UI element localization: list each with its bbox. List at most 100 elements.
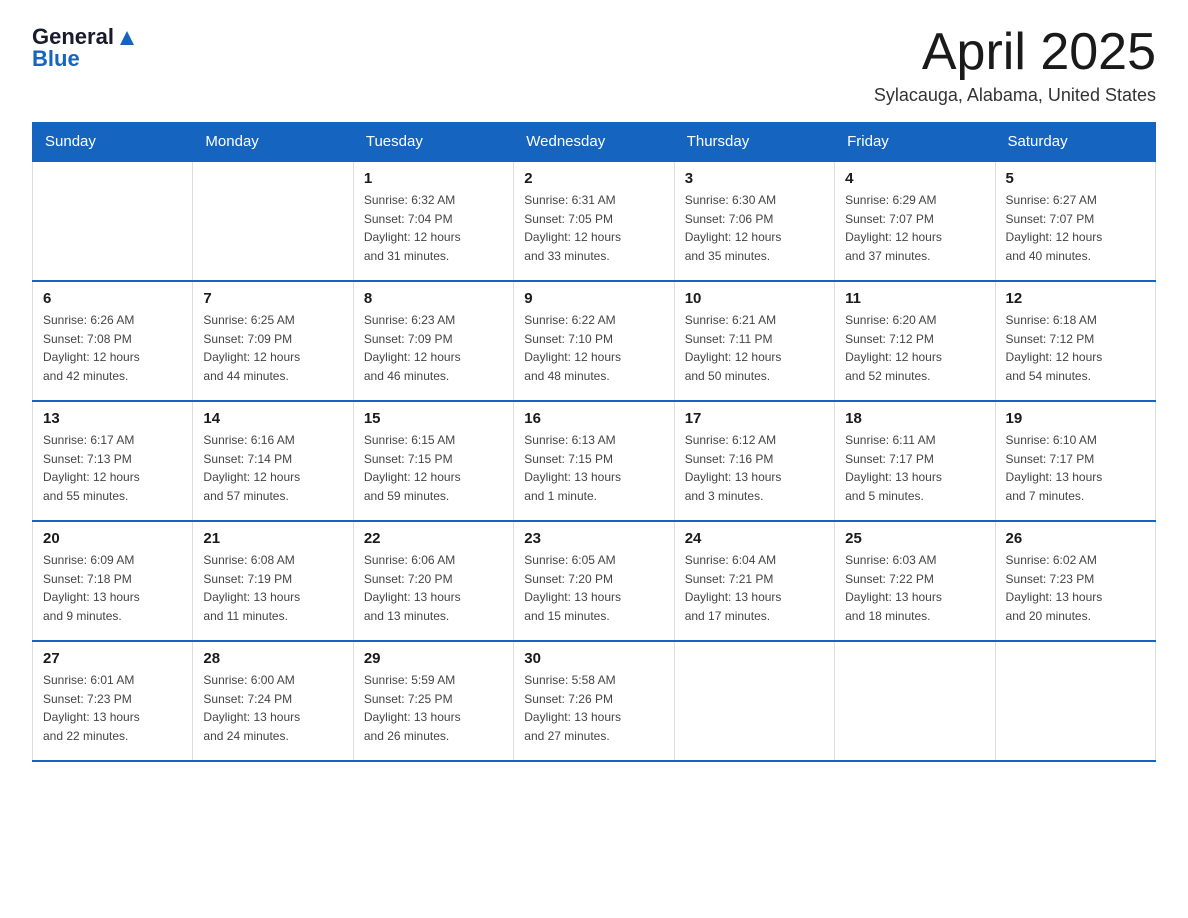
column-header-wednesday: Wednesday (514, 123, 674, 162)
day-number: 4 (845, 170, 984, 187)
calendar-cell: 2 Sunrise: 6:31 AM Sunset: 7:05 PM Daylig… (514, 161, 674, 281)
calendar-cell: 19Sunrise: 6:10 AM Sunset: 7:17 PM Dayli… (995, 401, 1155, 521)
day-number: 9 (524, 290, 663, 307)
calendar-cell (193, 161, 353, 281)
day-number: 12 (1006, 290, 1145, 307)
column-header-friday: Friday (835, 123, 995, 162)
day-info: Sunrise: 6:20 AM Sunset: 7:12 PM Dayligh… (845, 311, 984, 385)
calendar-cell: 23 Sunrise: 6:05 AM Sunset: 7:20 PM Dayli… (514, 521, 674, 641)
calendar-table: SundayMondayTuesdayWednesdayThursdayFrid… (32, 122, 1156, 762)
month-title: April 2025 (874, 24, 1156, 81)
location-subtitle: Sylacauga, Alabama, United States (874, 85, 1156, 106)
day-number: 25 (845, 530, 984, 547)
title-block: April 2025 Sylacauga, Alabama, United St… (874, 24, 1156, 106)
calendar-cell: 22 Sunrise: 6:06 AM Sunset: 7:20 PM Dayli… (353, 521, 513, 641)
calendar-cell: 27Sunrise: 6:01 AM Sunset: 7:23 PM Dayli… (33, 641, 193, 761)
day-info: Sunrise: 6:13 AM Sunset: 7:15 PM Dayligh… (524, 431, 663, 505)
day-info: Sunrise: 5:58 AM Sunset: 7:26 PM Dayligh… (524, 671, 663, 745)
calendar-cell: 13 Sunrise: 6:17 AM Sunset: 7:13 PM Dayli… (33, 401, 193, 521)
calendar-cell: 9 Sunrise: 6:22 AM Sunset: 7:10 PM Daylig… (514, 281, 674, 401)
day-number: 16 (524, 410, 663, 427)
page-header: General Blue April 2025 Sylacauga, Alaba… (32, 24, 1156, 106)
day-number: 26 (1006, 530, 1145, 547)
column-header-tuesday: Tuesday (353, 123, 513, 162)
calendar-cell: 26 Sunrise: 6:02 AM Sunset: 7:23 PM Dayli… (995, 521, 1155, 641)
calendar-cell: 7Sunrise: 6:25 AM Sunset: 7:09 PM Daylig… (193, 281, 353, 401)
logo-triangle-icon (116, 27, 138, 49)
day-number: 20 (43, 530, 182, 547)
day-info: Sunrise: 6:15 AM Sunset: 7:15 PM Dayligh… (364, 431, 503, 505)
day-number: 24 (685, 530, 824, 547)
calendar-cell: 1 Sunrise: 6:32 AM Sunset: 7:04 PM Daylig… (353, 161, 513, 281)
day-number: 14 (203, 410, 342, 427)
calendar-cell: 5 Sunrise: 6:27 AM Sunset: 7:07 PM Daylig… (995, 161, 1155, 281)
day-info: Sunrise: 6:31 AM Sunset: 7:05 PM Dayligh… (524, 191, 663, 265)
calendar-cell: 12Sunrise: 6:18 AM Sunset: 7:12 PM Dayli… (995, 281, 1155, 401)
day-info: Sunrise: 6:02 AM Sunset: 7:23 PM Dayligh… (1006, 551, 1145, 625)
day-number: 29 (364, 650, 503, 667)
day-number: 1 (364, 170, 503, 187)
logo: General Blue (32, 24, 138, 72)
calendar-week-row: 1 Sunrise: 6:32 AM Sunset: 7:04 PM Daylig… (33, 161, 1156, 281)
day-info: Sunrise: 6:30 AM Sunset: 7:06 PM Dayligh… (685, 191, 824, 265)
calendar-cell: 17 Sunrise: 6:12 AM Sunset: 7:16 PM Dayli… (674, 401, 834, 521)
calendar-header-row: SundayMondayTuesdayWednesdayThursdayFrid… (33, 123, 1156, 162)
day-number: 13 (43, 410, 182, 427)
logo-blue: Blue (32, 46, 80, 72)
day-number: 17 (685, 410, 824, 427)
day-number: 15 (364, 410, 503, 427)
day-info: Sunrise: 6:09 AM Sunset: 7:18 PM Dayligh… (43, 551, 182, 625)
day-info: Sunrise: 5:59 AM Sunset: 7:25 PM Dayligh… (364, 671, 503, 745)
calendar-cell: 24 Sunrise: 6:04 AM Sunset: 7:21 PM Dayli… (674, 521, 834, 641)
day-number: 19 (1006, 410, 1145, 427)
calendar-cell (674, 641, 834, 761)
day-info: Sunrise: 6:27 AM Sunset: 7:07 PM Dayligh… (1006, 191, 1145, 265)
calendar-cell: 14 Sunrise: 6:16 AM Sunset: 7:14 PM Dayli… (193, 401, 353, 521)
day-number: 6 (43, 290, 182, 307)
day-number: 28 (203, 650, 342, 667)
calendar-week-row: 13 Sunrise: 6:17 AM Sunset: 7:13 PM Dayli… (33, 401, 1156, 521)
calendar-cell: 29 Sunrise: 5:59 AM Sunset: 7:25 PM Dayli… (353, 641, 513, 761)
calendar-cell (995, 641, 1155, 761)
day-number: 22 (364, 530, 503, 547)
day-info: Sunrise: 6:17 AM Sunset: 7:13 PM Dayligh… (43, 431, 182, 505)
day-info: Sunrise: 6:01 AM Sunset: 7:23 PM Dayligh… (43, 671, 182, 745)
day-info: Sunrise: 6:00 AM Sunset: 7:24 PM Dayligh… (203, 671, 342, 745)
day-number: 10 (685, 290, 824, 307)
day-info: Sunrise: 6:08 AM Sunset: 7:19 PM Dayligh… (203, 551, 342, 625)
day-info: Sunrise: 6:03 AM Sunset: 7:22 PM Dayligh… (845, 551, 984, 625)
calendar-cell: 25 Sunrise: 6:03 AM Sunset: 7:22 PM Dayli… (835, 521, 995, 641)
day-info: Sunrise: 6:29 AM Sunset: 7:07 PM Dayligh… (845, 191, 984, 265)
day-number: 8 (364, 290, 503, 307)
day-info: Sunrise: 6:22 AM Sunset: 7:10 PM Dayligh… (524, 311, 663, 385)
column-header-sunday: Sunday (33, 123, 193, 162)
day-number: 5 (1006, 170, 1145, 187)
calendar-week-row: 6 Sunrise: 6:26 AM Sunset: 7:08 PM Daylig… (33, 281, 1156, 401)
day-info: Sunrise: 6:12 AM Sunset: 7:16 PM Dayligh… (685, 431, 824, 505)
day-info: Sunrise: 6:11 AM Sunset: 7:17 PM Dayligh… (845, 431, 984, 505)
day-info: Sunrise: 6:16 AM Sunset: 7:14 PM Dayligh… (203, 431, 342, 505)
calendar-cell: 28 Sunrise: 6:00 AM Sunset: 7:24 PM Dayli… (193, 641, 353, 761)
day-info: Sunrise: 6:21 AM Sunset: 7:11 PM Dayligh… (685, 311, 824, 385)
day-number: 2 (524, 170, 663, 187)
day-info: Sunrise: 6:04 AM Sunset: 7:21 PM Dayligh… (685, 551, 824, 625)
calendar-week-row: 27Sunrise: 6:01 AM Sunset: 7:23 PM Dayli… (33, 641, 1156, 761)
day-number: 23 (524, 530, 663, 547)
calendar-cell: 21Sunrise: 6:08 AM Sunset: 7:19 PM Dayli… (193, 521, 353, 641)
calendar-cell: 6 Sunrise: 6:26 AM Sunset: 7:08 PM Daylig… (33, 281, 193, 401)
day-number: 11 (845, 290, 984, 307)
calendar-cell: 15 Sunrise: 6:15 AM Sunset: 7:15 PM Dayli… (353, 401, 513, 521)
calendar-cell: 8 Sunrise: 6:23 AM Sunset: 7:09 PM Daylig… (353, 281, 513, 401)
calendar-cell: 20 Sunrise: 6:09 AM Sunset: 7:18 PM Dayli… (33, 521, 193, 641)
calendar-cell: 3Sunrise: 6:30 AM Sunset: 7:06 PM Daylig… (674, 161, 834, 281)
day-info: Sunrise: 6:23 AM Sunset: 7:09 PM Dayligh… (364, 311, 503, 385)
calendar-cell (835, 641, 995, 761)
calendar-week-row: 20 Sunrise: 6:09 AM Sunset: 7:18 PM Dayli… (33, 521, 1156, 641)
day-info: Sunrise: 6:26 AM Sunset: 7:08 PM Dayligh… (43, 311, 182, 385)
day-info: Sunrise: 6:06 AM Sunset: 7:20 PM Dayligh… (364, 551, 503, 625)
column-header-monday: Monday (193, 123, 353, 162)
calendar-cell: 16 Sunrise: 6:13 AM Sunset: 7:15 PM Dayli… (514, 401, 674, 521)
column-header-saturday: Saturday (995, 123, 1155, 162)
day-info: Sunrise: 6:32 AM Sunset: 7:04 PM Dayligh… (364, 191, 503, 265)
day-info: Sunrise: 6:05 AM Sunset: 7:20 PM Dayligh… (524, 551, 663, 625)
